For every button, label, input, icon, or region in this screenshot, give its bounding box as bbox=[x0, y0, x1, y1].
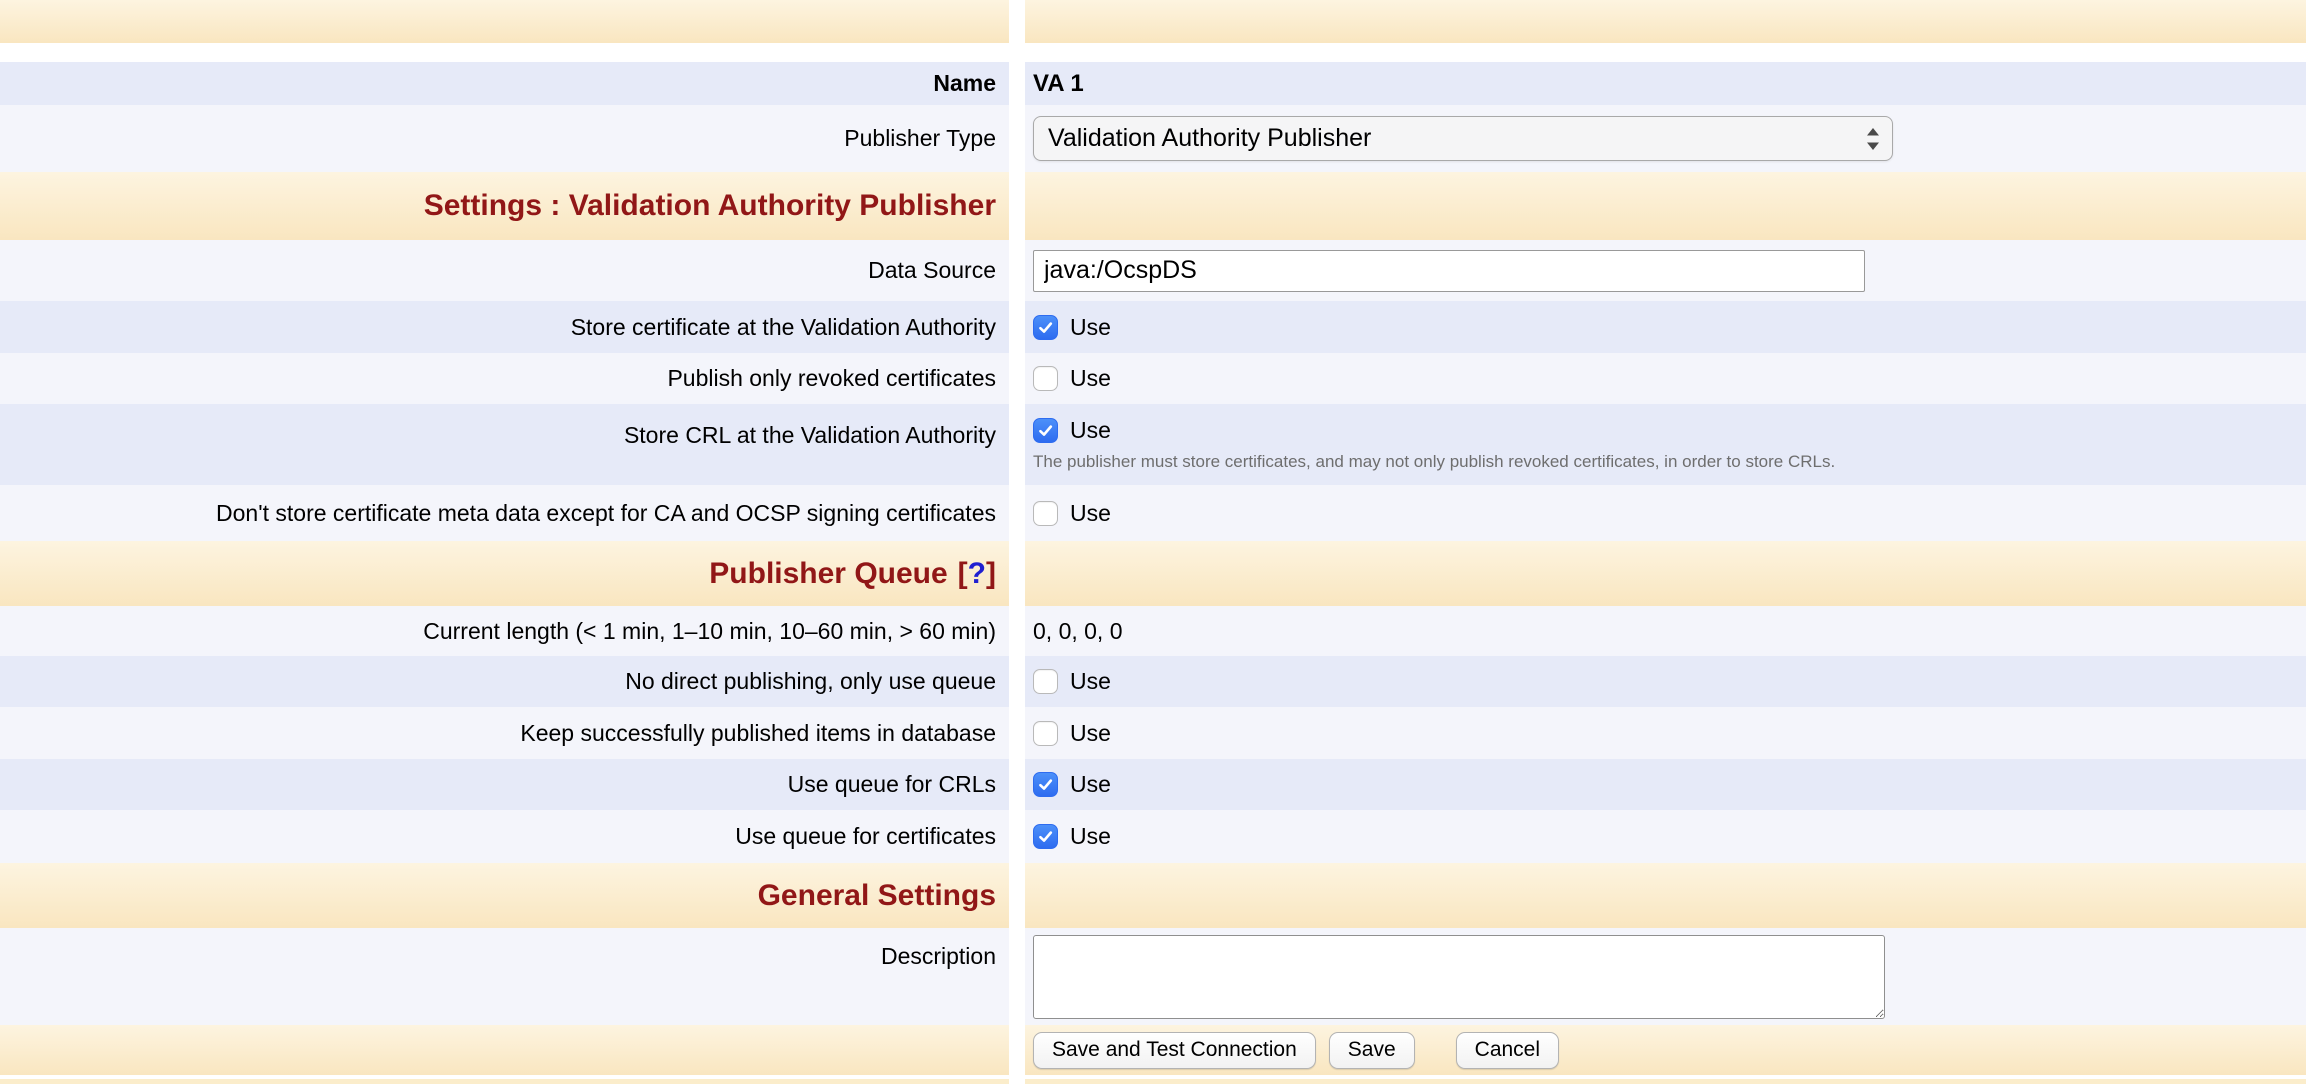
select-stepper-icon bbox=[1862, 124, 1884, 154]
current-length-row: Current length (< 1 min, 1–10 min, 10–60… bbox=[0, 606, 2306, 656]
no-direct-publishing-checkbox[interactable] bbox=[1033, 669, 1058, 694]
bottom-band bbox=[0, 1079, 2306, 1084]
publish-only-revoked-checkbox[interactable] bbox=[1033, 366, 1058, 391]
column-divider bbox=[1009, 240, 1025, 301]
store-certificate-row: Store certificate at the Validation Auth… bbox=[0, 301, 2306, 353]
use-label: Use bbox=[1070, 771, 1111, 798]
name-value: VA 1 bbox=[1033, 70, 1084, 98]
publisher-queue-help-link[interactable]: ? bbox=[968, 557, 986, 590]
publisher-type-row: Publisher Type Validation Authority Publ… bbox=[0, 105, 2306, 172]
queue-for-crls-row: Use queue for CRLs Use bbox=[0, 759, 2306, 810]
settings-section-title: Settings : Validation Authority Publishe… bbox=[424, 189, 996, 223]
current-length-label: Current length (< 1 min, 1–10 min, 10–60… bbox=[423, 617, 996, 646]
save-button[interactable]: Save bbox=[1329, 1032, 1415, 1069]
use-label: Use bbox=[1070, 823, 1111, 850]
use-label: Use bbox=[1070, 314, 1111, 341]
queue-for-crls-label: Use queue for CRLs bbox=[788, 770, 996, 799]
publisher-queue-title: Publisher Queue bbox=[709, 557, 947, 590]
publisher-edit-page: Name VA 1 Publisher Type Validation Auth… bbox=[0, 0, 2306, 1084]
use-label: Use bbox=[1070, 417, 1111, 444]
use-label: Use bbox=[1070, 365, 1111, 392]
store-certificate-checkbox[interactable] bbox=[1033, 315, 1058, 340]
column-divider bbox=[1009, 928, 1025, 1025]
name-label: Name bbox=[933, 69, 996, 98]
keep-published-checkbox[interactable] bbox=[1033, 721, 1058, 746]
keep-published-label: Keep successfully published items in dat… bbox=[520, 719, 996, 748]
settings-section-header-row: Settings : Validation Authority Publishe… bbox=[0, 172, 2306, 240]
queue-for-certificates-row: Use queue for certificates Use bbox=[0, 810, 2306, 863]
top-band bbox=[0, 0, 2306, 43]
column-divider bbox=[1009, 606, 1025, 656]
column-divider bbox=[1009, 1079, 1025, 1084]
column-divider bbox=[1009, 707, 1025, 759]
store-crl-label: Store CRL at the Validation Authority bbox=[624, 421, 996, 450]
column-divider bbox=[1009, 810, 1025, 863]
dont-store-metadata-row: Don't store certificate meta data except… bbox=[0, 485, 2306, 541]
publisher-type-selected-value: Validation Authority Publisher bbox=[1048, 124, 1371, 153]
general-settings-title: General Settings bbox=[758, 879, 996, 913]
queue-for-crls-checkbox[interactable] bbox=[1033, 772, 1058, 797]
column-divider bbox=[1009, 353, 1025, 404]
description-label: Description bbox=[881, 942, 996, 971]
column-divider bbox=[1009, 62, 1025, 105]
column-divider bbox=[1009, 759, 1025, 810]
column-divider bbox=[1009, 863, 1025, 928]
column-divider bbox=[1009, 485, 1025, 541]
publisher-type-select[interactable]: Validation Authority Publisher bbox=[1033, 116, 1893, 161]
dont-store-metadata-checkbox[interactable] bbox=[1033, 501, 1058, 526]
top-spacer bbox=[0, 43, 2306, 62]
store-certificate-label: Store certificate at the Validation Auth… bbox=[571, 313, 996, 342]
help-bracket-open: [ bbox=[958, 557, 968, 590]
description-textarea[interactable] bbox=[1033, 935, 1885, 1019]
column-divider bbox=[1009, 301, 1025, 353]
name-row: Name VA 1 bbox=[0, 62, 2306, 105]
dont-store-metadata-label: Don't store certificate meta data except… bbox=[216, 499, 996, 528]
no-direct-publishing-label: No direct publishing, only use queue bbox=[625, 667, 996, 696]
use-label: Use bbox=[1070, 720, 1111, 747]
store-crl-note: The publisher must store certificates, a… bbox=[1033, 452, 1835, 472]
general-settings-header-row: General Settings bbox=[0, 863, 2306, 928]
help-bracket-close: ] bbox=[986, 557, 996, 590]
description-row: Description bbox=[0, 928, 2306, 1025]
cancel-button[interactable]: Cancel bbox=[1456, 1032, 1559, 1069]
queue-for-certificates-checkbox[interactable] bbox=[1033, 824, 1058, 849]
column-divider bbox=[1009, 541, 1025, 606]
no-direct-publishing-row: No direct publishing, only use queue Use bbox=[0, 656, 2306, 707]
column-divider bbox=[1009, 0, 1025, 43]
current-length-value: 0, 0, 0, 0 bbox=[1033, 618, 1123, 645]
data-source-label: Data Source bbox=[868, 256, 996, 285]
store-crl-row: Store CRL at the Validation Authority Us… bbox=[0, 404, 2306, 485]
publish-only-revoked-row: Publish only revoked certificates Use bbox=[0, 353, 2306, 404]
column-divider bbox=[1009, 1025, 1025, 1075]
use-label: Use bbox=[1070, 668, 1111, 695]
queue-for-certificates-label: Use queue for certificates bbox=[735, 822, 996, 851]
column-divider bbox=[1009, 43, 1025, 62]
store-crl-checkbox[interactable] bbox=[1033, 418, 1058, 443]
column-divider bbox=[1009, 656, 1025, 707]
data-source-input[interactable] bbox=[1033, 250, 1865, 292]
column-divider bbox=[1009, 404, 1025, 485]
data-source-row: Data Source bbox=[0, 240, 2306, 301]
column-divider bbox=[1009, 105, 1025, 172]
publisher-type-label: Publisher Type bbox=[844, 124, 996, 153]
use-label: Use bbox=[1070, 500, 1111, 527]
actions-row: Save and Test Connection Save Cancel bbox=[0, 1025, 2306, 1075]
publisher-queue-header-row: Publisher Queue [?] bbox=[0, 541, 2306, 606]
column-divider bbox=[1009, 172, 1025, 240]
publish-only-revoked-label: Publish only revoked certificates bbox=[667, 364, 996, 393]
save-and-test-connection-button[interactable]: Save and Test Connection bbox=[1033, 1032, 1316, 1069]
keep-published-row: Keep successfully published items in dat… bbox=[0, 707, 2306, 759]
